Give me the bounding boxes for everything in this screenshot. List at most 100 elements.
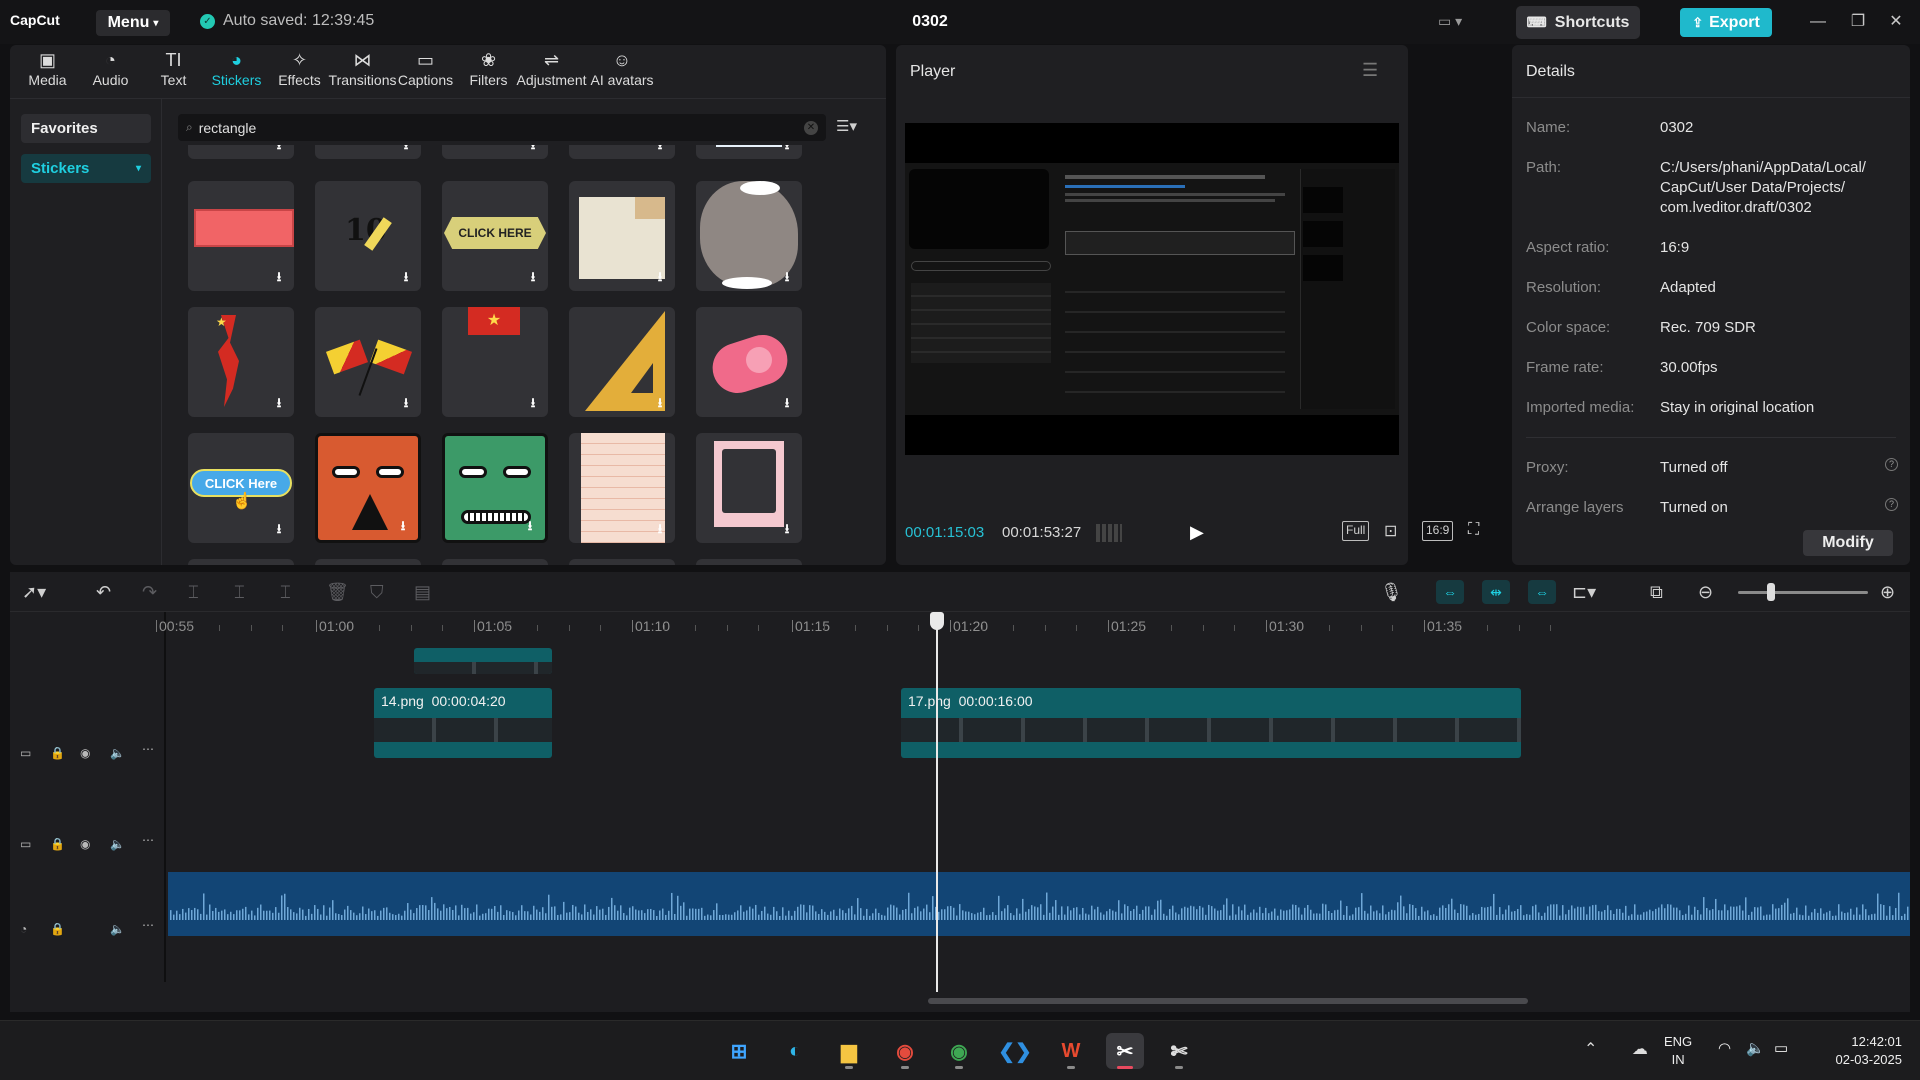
sticker-tile[interactable] (569, 559, 675, 565)
speaker-icon[interactable]: 🔈 (110, 746, 125, 760)
tab-media[interactable]: ▣ Media (16, 45, 79, 97)
play-icon[interactable]: ▶ (1190, 522, 1204, 543)
sticker-tile[interactable]: ⭳ (442, 145, 548, 159)
modify-button[interactable]: Modify (1803, 530, 1893, 556)
zoom-slider-handle[interactable] (1767, 583, 1775, 601)
restore-icon[interactable]: ❐ (1840, 8, 1876, 36)
wifi-icon[interactable]: ◠ (1718, 1039, 1731, 1057)
redo-icon[interactable]: ↷ (142, 582, 157, 603)
category-favorites[interactable]: Favorites (21, 114, 151, 143)
overlay-clip[interactable] (414, 648, 552, 674)
tab-text[interactable]: TI Text (142, 45, 205, 97)
microphone-icon[interactable]: 🎙 (1380, 582, 1403, 603)
search-input[interactable]: ⌕ rectangle ✕ (178, 114, 826, 141)
sticker-tile[interactable] (442, 559, 548, 565)
tab-stickers[interactable]: ◕ Stickers (205, 45, 268, 97)
fullscreen-icon[interactable]: ⛶ (1468, 521, 1479, 539)
vietnam-map-sticker[interactable]: ★ ⭳ (188, 307, 294, 417)
category-stickers[interactable]: Stickers ▾ (21, 154, 151, 183)
vietnam-flag-sticker[interactable]: ★ ⭳ (442, 307, 548, 417)
auto-snapping-icon[interactable]: ⇹ (1482, 580, 1510, 604)
preview-axis-icon[interactable]: ⊏▾ (1572, 582, 1596, 603)
main-track-magnet-icon[interactable]: ⇔ (1436, 580, 1464, 604)
battery-icon[interactable]: ▭ (1774, 1039, 1788, 1057)
sticker-tile[interactable]: ⭳ (188, 145, 294, 159)
cover-icon[interactable]: ▭ (20, 746, 31, 760)
tab-ai-avatars[interactable]: ☺ AI avatars (583, 45, 661, 97)
split-right-icon[interactable]: ⌶ (280, 582, 291, 603)
cover-icon[interactable]: ▭ (20, 837, 31, 851)
time-ruler[interactable]: 00:55 01:00 01:05 01:10 01:15 01:20 01:25 01:30… (156, 612, 1910, 636)
photo-frame-sticker[interactable]: ⭳ (696, 433, 802, 543)
tab-filters[interactable]: ❀ Filters (457, 45, 520, 97)
speaker-icon[interactable]: 🔈 (110, 837, 125, 851)
lock-icon[interactable]: 🔒 (50, 746, 65, 760)
more-icon[interactable]: ⋯ (142, 918, 154, 932)
help-icon[interactable]: ? (1885, 458, 1898, 471)
tab-audio[interactable]: ◔ Audio (79, 45, 142, 97)
aspect-ratio-button[interactable]: 16:9 (1422, 521, 1454, 541)
undo-icon[interactable]: ↶ (96, 582, 111, 603)
notepad-sticker[interactable]: ⭳ (569, 433, 675, 543)
capcut-taskbar-icon[interactable]: ✂ (1106, 1033, 1144, 1069)
filter-icon[interactable]: ☰▾ (836, 117, 857, 135)
help-icon[interactable]: ? (1885, 498, 1898, 511)
green-face-sticker[interactable]: ⭳ (442, 433, 548, 543)
crop-icon[interactable]: ▤ (414, 582, 431, 603)
set-square-sticker[interactable]: ⭳ (569, 307, 675, 417)
full-button[interactable]: Full (1342, 521, 1370, 541)
wps-office-icon[interactable]: W (1052, 1033, 1090, 1069)
split-icon[interactable]: ⌶ (188, 582, 199, 603)
zoom-in-icon[interactable]: ⊕ (1880, 582, 1895, 603)
tab-effects[interactable]: ✧ Effects (268, 45, 331, 97)
chrome-profile-icon[interactable]: ◉ (940, 1033, 978, 1069)
chrome-icon[interactable]: ◉ (886, 1033, 924, 1069)
split-left-icon[interactable]: ⌶ (234, 582, 245, 603)
gray-blob-sticker[interactable]: ⭳ (696, 181, 802, 291)
horizontal-scrollbar[interactable] (928, 998, 1528, 1004)
video-clip[interactable]: 14.png 00:00:04:20 (374, 688, 552, 758)
more-icon[interactable]: ⋯ (142, 742, 154, 756)
whistle-sticker[interactable]: ⭳ (696, 307, 802, 417)
tab-transitions[interactable]: ⋈ Transitions (329, 45, 397, 97)
sticker-tile[interactable]: ⭳ (696, 145, 802, 159)
fit-timeline-icon[interactable]: ⧉ (1650, 582, 1663, 603)
lock-icon[interactable]: 🔒 (50, 837, 65, 851)
edge-icon[interactable]: ◐ (776, 1033, 814, 1069)
sticker-tile[interactable]: ⭳ (569, 145, 675, 159)
waveform-icon[interactable] (1096, 524, 1122, 542)
windows-start-icon[interactable]: ⊞ (720, 1033, 758, 1069)
click-here-banner-sticker[interactable]: CLICK HERE ⭳ (442, 181, 548, 291)
chevron-up-icon[interactable]: ⌃ (1584, 1041, 1597, 1058)
export-button[interactable]: ⇪ Export (1680, 8, 1772, 37)
eye-icon[interactable]: ◉ (80, 837, 90, 851)
sticker-tile[interactable] (188, 559, 294, 565)
sticker-tile[interactable] (315, 559, 421, 565)
audio-clip[interactable] (168, 872, 1910, 936)
eye-icon[interactable]: ◉ (80, 746, 90, 760)
snapshot-icon[interactable]: ⊡ (1384, 521, 1397, 541)
shortcuts-button[interactable]: ⌨ Shortcuts (1516, 6, 1640, 39)
ten-ten-sticker[interactable]: 10 ⭳ (315, 181, 421, 291)
select-tool-icon[interactable]: ➚▾ (22, 582, 46, 603)
minimize-icon[interactable]: — (1800, 8, 1836, 36)
delete-icon[interactable]: 🗑 (326, 582, 349, 603)
audio-track-icon[interactable]: ◔ (20, 922, 27, 936)
sticker-tile[interactable] (696, 559, 802, 565)
paper-note-sticker[interactable]: ⭳ (569, 181, 675, 291)
hamburger-menu-icon[interactable]: ☰ (1362, 60, 1378, 81)
zoom-slider[interactable] (1738, 591, 1868, 594)
tab-captions[interactable]: ▭ Captions (394, 45, 457, 97)
volume-icon[interactable]: 🔈 (1746, 1039, 1765, 1057)
close-icon[interactable]: ✕ (1878, 8, 1914, 36)
linkage-icon[interactable]: ⇔ (1528, 580, 1556, 604)
sticker-tile[interactable]: ⭳ (315, 145, 421, 159)
language-indicator[interactable]: ENG IN (1664, 1033, 1692, 1069)
menu-button[interactable]: Menu ▾ (96, 10, 170, 36)
cloud-icon[interactable]: ☁ (1632, 1041, 1648, 1058)
lock-icon[interactable]: 🔒 (50, 922, 65, 936)
vscode-icon[interactable]: ❮❯ (996, 1033, 1034, 1069)
layout-icon[interactable]: ▭ ▾ (1438, 13, 1498, 33)
video-preview[interactable] (905, 123, 1399, 455)
orange-face-sticker[interactable]: ⭳ (315, 433, 421, 543)
